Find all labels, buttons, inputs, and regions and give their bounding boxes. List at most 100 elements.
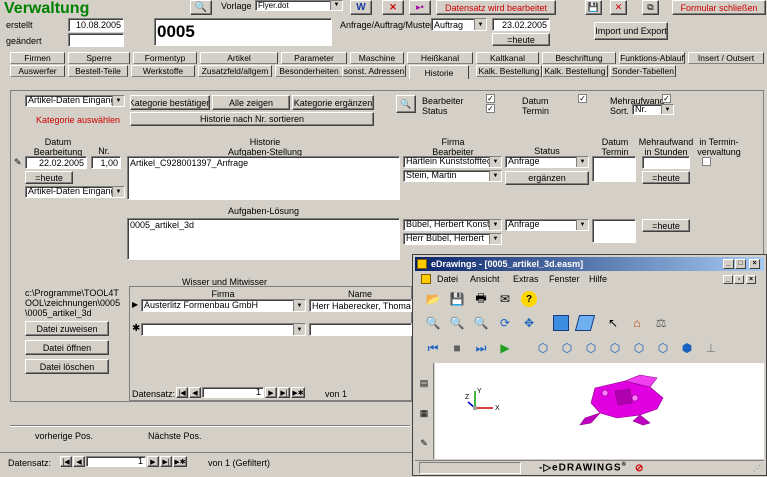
tab-sonst-adressen[interactable]: sonst. Adressen [342,65,406,77]
close-form-button[interactable]: Formular schließen [672,0,766,15]
pan-icon[interactable]: ✥ [521,315,537,331]
menu-ansicht[interactable]: Ansicht [470,274,500,284]
confirm-category-button[interactable]: Kategorie bestätigen [130,95,210,110]
minimize-button[interactable]: _ [723,259,734,269]
loesung-firm-select[interactable]: Bübel, Herbert Konstru ▼ [403,219,502,231]
stop-icon[interactable]: ■ [449,340,465,356]
loesung-person-select[interactable]: Herr Bübel, Herbert ▼ [403,233,502,245]
footer-first-button[interactable]: |◀ [60,456,72,467]
filter-datum-check[interactable]: ✓ [578,94,587,103]
row-mehraufwand-heute-button[interactable]: =heute [642,171,690,184]
sort-by-number-button[interactable]: Historie nach Nr. sortieren [130,112,374,126]
view-iso-icon[interactable]: ⬢ [679,340,695,356]
play-icon[interactable]: ▶ [497,340,513,356]
maximize-button[interactable]: □ [735,259,746,269]
tab-formentyp[interactable]: Formentyp [133,52,197,64]
filter-bearbeiter-check[interactable]: ✓ [486,94,495,103]
extend-category-button[interactable]: Kategorie ergänzen [292,95,374,110]
tab-parameter[interactable]: Parameter [281,52,347,64]
tab-sonder-tabellen[interactable]: Sonder-Tabellen [610,65,676,77]
menu-hilfe[interactable]: Hilfe [589,274,607,284]
view-right-icon[interactable]: ⬡ [607,340,623,356]
view-left-icon[interactable]: ⬡ [583,340,599,356]
file-assign-button[interactable]: Datei zuweisen [25,321,109,336]
open-folder-icon[interactable]: 📂 [425,291,441,307]
erstellt-field[interactable]: 10.08.2005 [68,18,124,32]
row-date-field[interactable]: 22.02.2005 [25,156,87,169]
copy-record-button[interactable]: ⧉ [642,0,659,15]
menu-datei[interactable]: Datei [437,274,458,284]
row-firm-select[interactable]: Härtlein Kunststofftech ▼ [403,156,502,168]
measure-icon[interactable]: ⚖ [653,315,669,331]
tab-sperre[interactable]: Sperre [68,52,130,64]
shaded-view-icon[interactable] [553,315,569,331]
date-field[interactable]: 23.02.2005 [492,18,550,31]
view-back-icon[interactable]: ⬡ [559,340,575,356]
import-export-button[interactable]: Import und Export [594,22,668,40]
contacts-name-field[interactable]: Herr Haberecker, Thomas [309,299,412,312]
zoom-area-icon[interactable]: 🔍 [473,315,489,331]
edrawings-window[interactable]: eDrawings - [0005_artikel_3d.easm] _ □ ×… [412,254,767,476]
vorlage-select[interactable]: Flyer.dot ▼ [255,0,343,11]
next-record-button[interactable]: ▸• [409,0,431,15]
view-front-icon[interactable]: ⬡ [535,340,551,356]
perspective-icon[interactable] [574,315,596,331]
tab-firmen[interactable]: Firmen [10,52,65,64]
sidebar-tree-icon[interactable]: ▤ [416,375,432,391]
footer-prev-button[interactable]: ◀ [73,456,85,467]
filter-mehraufwand-check[interactable]: ✓ [662,94,671,103]
save-button[interactable]: 💾 [585,0,602,15]
select-pointer-icon[interactable]: ↖ [605,315,621,331]
project-number-field[interactable]: 0005 [154,18,332,46]
3d-viewport[interactable]: Y Z X [435,363,764,459]
mdi-close-button[interactable]: × [746,275,756,284]
contacts-last-button[interactable]: ▶| [278,387,290,398]
tab-maschine[interactable]: Maschine [350,52,404,64]
tab-historie[interactable]: Historie [409,65,469,79]
tab-kalk-bestellung[interactable]: Kalk. Bestellung [476,65,542,77]
delete-record-button[interactable]: ✕ [610,0,627,15]
task-textarea[interactable]: Artikel_C928001397_Anfrage [127,156,400,200]
menu-extras[interactable]: Extras [513,274,539,284]
print-icon[interactable]: 🖶 [473,291,489,307]
close-window-button[interactable]: × [749,259,760,269]
tab-heißkanal[interactable]: Heißkanal [407,52,473,64]
loesung-termin-field[interactable] [592,219,636,243]
loesung-heute-button[interactable]: =heute [642,219,690,232]
zoom-fit-icon[interactable]: 🔍 [425,315,441,331]
tab-beschriftung[interactable]: Beschriftung [542,52,616,64]
tab-besonderheiten[interactable]: Besonderheiten [275,65,343,77]
footer-next-button[interactable]: ▶ [147,456,159,467]
filter-search-button[interactable]: 🔍 [396,95,416,113]
row-heute-button[interactable]: =heute [25,171,73,184]
tab-werkstoffe[interactable]: Werkstoffe [131,65,195,77]
contacts-next-button[interactable]: ▶ [265,387,277,398]
row-status-select[interactable]: Anfrage ▼ [505,156,589,168]
contacts-firma-select[interactable]: Austerlitz Formenbau GmbH ▼ [141,299,306,312]
tab-kalk-bestellung[interactable]: Kalk. Bestellung [542,65,608,77]
rotate-icon[interactable]: ⟳ [497,315,513,331]
cancel-edit-button[interactable]: ✕ [382,0,404,15]
row-category-select[interactable]: Artikel-Daten Eingang ▼ [25,186,125,198]
row-termin-field[interactable] [592,156,636,182]
tab-artikel[interactable]: Artikel [200,52,278,64]
tab-auswerfer[interactable]: Auswerfer [10,65,65,77]
contacts-nav-field[interactable]: 1 [202,387,264,398]
sidebar-parts-icon[interactable]: ▦ [416,405,432,421]
send-mail-icon[interactable]: ✉ [497,291,513,307]
zoom-in-icon[interactable]: 🔍 [449,315,465,331]
geaendert-field[interactable] [68,33,124,47]
home-icon[interactable]: ⌂ [629,315,645,331]
first-frame-icon[interactable]: ⏮ [425,340,441,356]
contacts-new-button[interactable]: ▶✱ [291,387,305,398]
edrawings-titlebar[interactable]: eDrawings - [0005_artikel_3d.easm] [415,257,764,271]
row-person-select[interactable]: Stein, Martin ▼ [403,170,502,182]
tab-bestell-teile[interactable]: Bestell-Teile [68,65,128,77]
footer-last-button[interactable]: ▶| [160,456,172,467]
save-icon[interactable]: 💾 [449,291,465,307]
contacts-new-firma-select[interactable]: ▼ [141,323,306,336]
row-terminverwaltung-check[interactable] [702,157,711,166]
print-preview-button[interactable]: 🔍 [190,0,212,15]
mdi-restore-button[interactable]: ▫ [734,275,744,284]
next-frame-icon[interactable]: ⏭ [473,340,489,356]
